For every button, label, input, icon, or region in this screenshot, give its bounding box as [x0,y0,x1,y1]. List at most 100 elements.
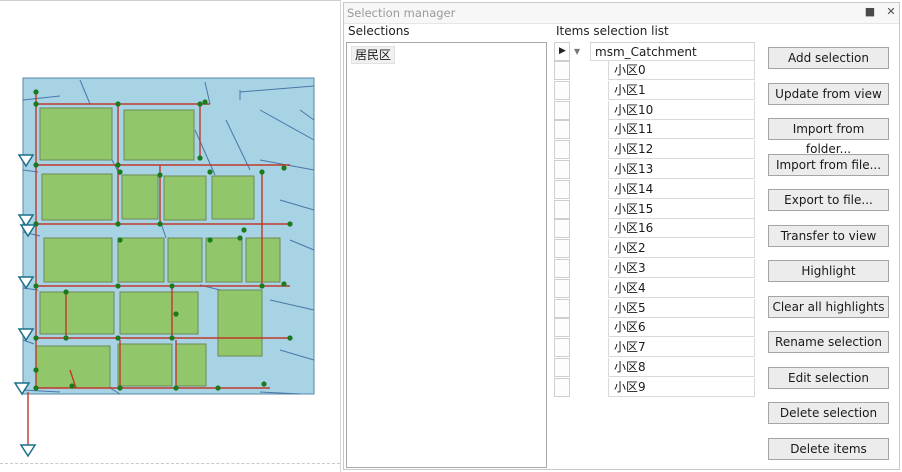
highlight-button[interactable]: Highlight [768,260,889,282]
edit-selection-button[interactable]: Edit selection [768,366,889,389]
row-indicator [554,179,570,199]
delete-selection-button[interactable]: Delete selection [768,402,889,424]
catchment-block [117,237,165,283]
row-indicator [554,199,570,219]
outlet-triangle-icon [19,444,37,458]
junction-node [33,335,39,341]
junction-node [173,311,179,317]
junction-node [281,281,287,287]
junction-node [115,162,121,168]
junction-node [241,227,247,233]
selection-manager-panel: Selection manager ■ ✕ Selections Items s… [343,2,900,470]
tree-item-label: 小区4 [608,278,755,298]
catchment-map[interactable] [0,0,340,472]
items-selection-grid[interactable]: ▶ ▼ msm_Catchment 小区0 小区1 小区10 小区11 小区12 小区13… [554,42,757,462]
junction-node [33,385,39,391]
row-indicator [554,318,570,338]
tree-row[interactable]: 小区6 [554,318,757,338]
tree-row[interactable]: 小区16 [554,219,757,239]
junction-node [33,283,39,289]
tree-item-label: 小区10 [608,100,755,120]
tree-row-root[interactable]: ▶ ▼ msm_Catchment [554,42,757,61]
tree-item-label: 小区12 [608,140,755,160]
selection-item[interactable]: 居民区 [351,46,396,64]
junction-node [157,172,163,178]
tree-item-label: 小区0 [608,61,755,80]
tree-row[interactable]: 小区11 [554,120,757,140]
tree-item-label: 小区16 [608,219,755,239]
junction-node [169,283,175,289]
update-from-view-button[interactable]: Update from view [768,82,889,105]
tree-item-label: 小区6 [608,318,755,338]
junction-node [202,99,208,105]
tree-item-label: 小区15 [608,199,755,219]
tree-item-label: 小区11 [608,120,755,140]
panel-titlebar: Selection manager ■ ✕ [344,3,899,24]
junction-node [287,335,293,341]
tree-row[interactable]: 小区2 [554,239,757,259]
tree-row[interactable]: 小区4 [554,278,757,298]
rename-selection-button[interactable]: Rename selection [768,331,889,353]
current-row-arrow-icon: ▶ [559,46,566,56]
panel-title: Selection manager [347,6,456,20]
tree-row[interactable]: 小区7 [554,338,757,358]
transfer-to-view-button[interactable]: Transfer to view [768,224,889,247]
junction-node [33,367,39,373]
map-view[interactable] [0,0,341,472]
junction-node [33,162,39,168]
tree-item-label: 小区3 [608,259,755,278]
tree-item-label: 小区2 [608,239,755,259]
map-bottom-border [0,463,340,464]
junction-node [115,101,121,107]
import-from-folder-button[interactable]: Import from folder... [768,118,889,156]
selections-list[interactable]: 居民区 [346,42,547,468]
tree-row[interactable]: 小区13 [554,160,757,179]
tree-row[interactable]: 小区9 [554,377,757,397]
add-selection-button[interactable]: Add selection [768,47,889,69]
tree-item-label: 小区13 [608,160,755,179]
catchment-block [123,109,195,161]
catchment-block [39,291,115,335]
tree-row[interactable]: 小区3 [554,259,757,278]
import-from-file-button[interactable]: Import from file... [768,153,889,176]
row-indicator [554,358,570,377]
junction-node [207,169,213,175]
catchment-block [175,343,207,387]
tree-row[interactable]: 小区12 [554,140,757,160]
pin-icon[interactable]: ■ [863,5,877,19]
tree-row[interactable]: 小区1 [554,80,757,100]
tree-item-label: 小区9 [608,377,755,397]
tree-row[interactable]: 小区0 [554,61,757,80]
tree-row[interactable]: 小区14 [554,179,757,199]
row-indicator [554,140,570,160]
catchment-block [41,173,113,221]
junction-node [69,383,75,389]
row-indicator [554,120,570,140]
row-indicator [554,377,570,397]
selections-label: Selections [348,24,410,38]
clear-all-highlights-button[interactable]: Clear all highlights [768,295,889,318]
tree-item-label: 小区14 [608,179,755,199]
junction-node [173,385,179,391]
tree-row[interactable]: 小区5 [554,298,757,318]
tree-item-label: 小区1 [608,80,755,100]
junction-node [33,89,39,95]
delete-items-button[interactable]: Delete items [768,437,889,460]
junction-node [169,335,175,341]
junction-node [117,237,123,243]
tree-item-label: 小区8 [608,358,755,377]
tree-row[interactable]: 小区15 [554,199,757,219]
tree-row[interactable]: 小区10 [554,100,757,120]
collapse-arrow-icon[interactable]: ▼ [574,47,580,56]
row-indicator [554,278,570,298]
junction-node [281,165,287,171]
row-indicator [554,338,570,358]
catchment-block [205,237,243,283]
export-to-file-button[interactable]: Export to file... [768,189,889,211]
tree-row[interactable]: 小区8 [554,358,757,377]
catchment-block [35,345,111,389]
row-indicator [554,100,570,120]
close-icon[interactable]: ✕ [884,5,898,19]
junction-node [287,221,293,227]
junction-node [115,335,121,341]
